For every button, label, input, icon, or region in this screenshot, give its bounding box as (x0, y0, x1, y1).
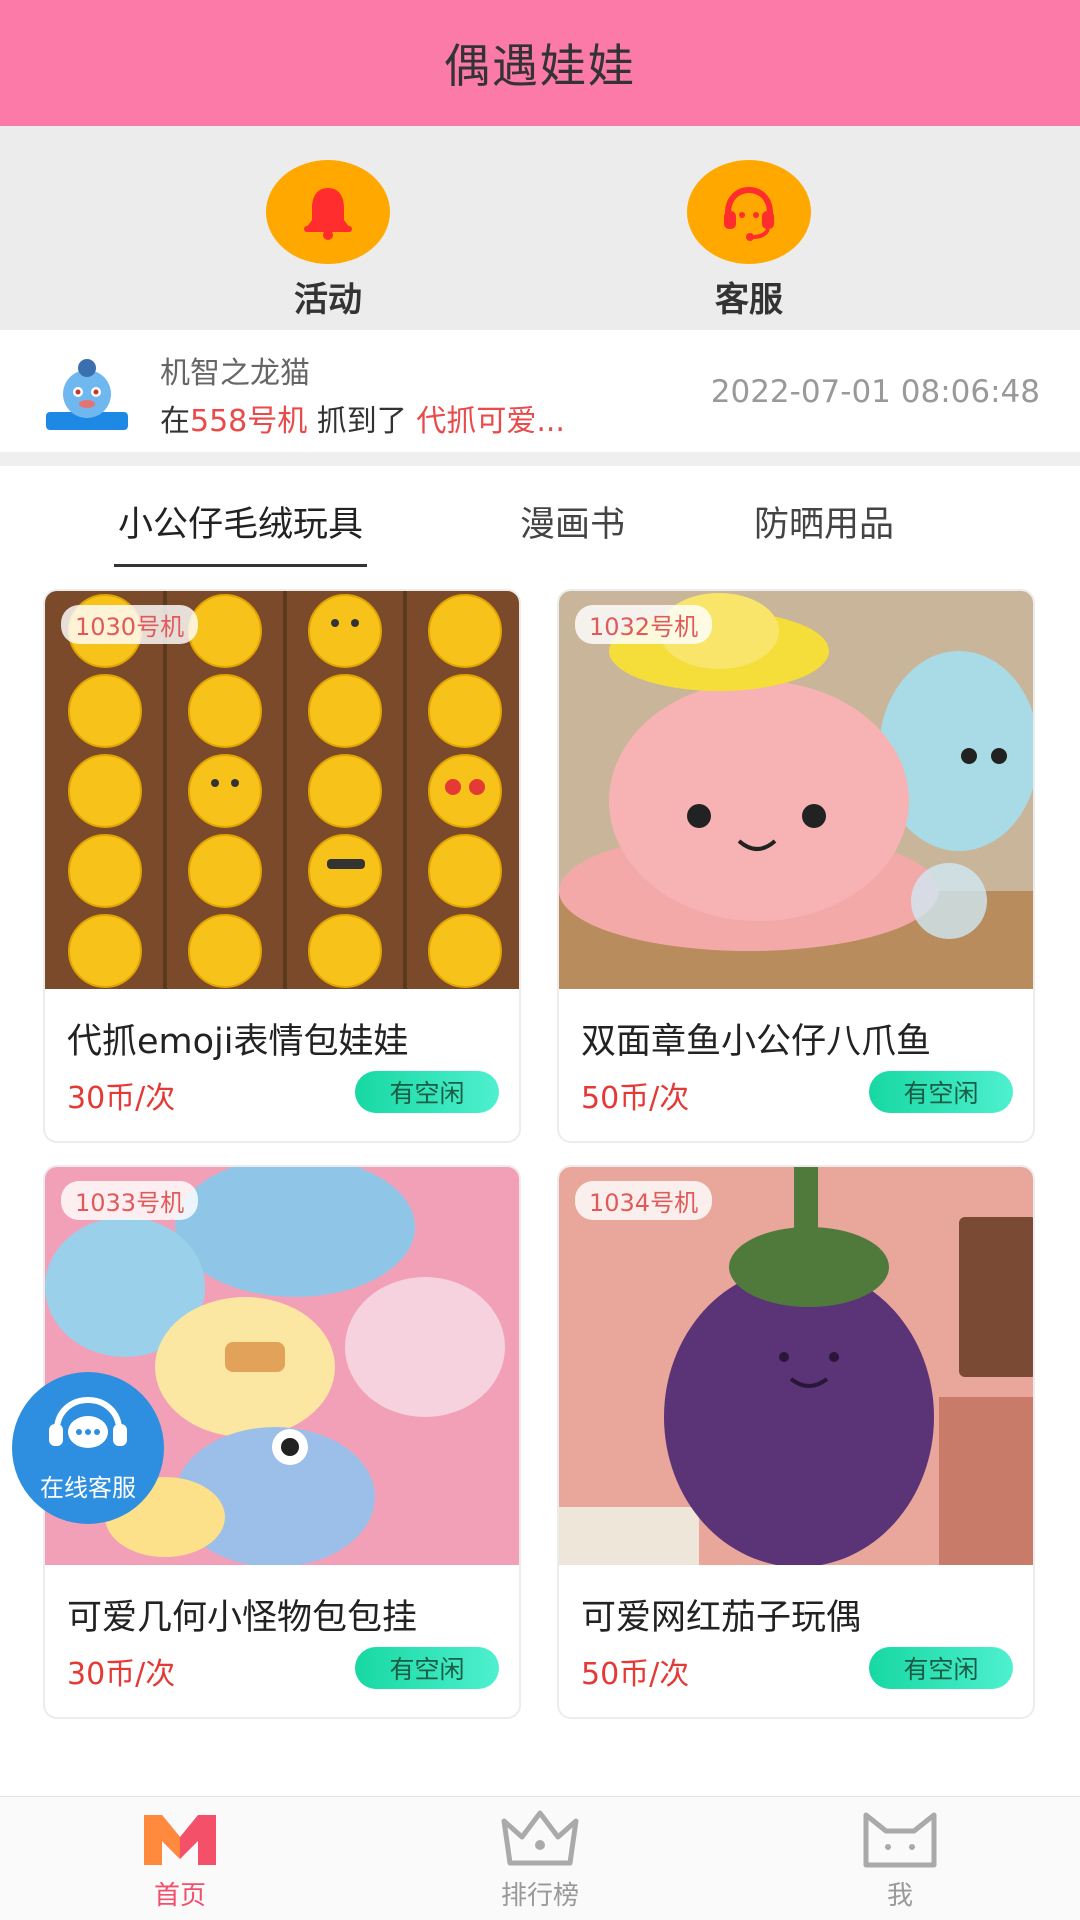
status-badge: 有空闲 (355, 1071, 499, 1113)
bottom-navigation: 首页 排行榜 我 (0, 1796, 1080, 1920)
bell-icon (266, 160, 390, 264)
online-service-label: 在线客服 (40, 1473, 136, 1502)
nav-home[interactable]: 首页 (80, 1807, 280, 1912)
product-name: 代抓emoji表情包娃娃 (67, 1022, 409, 1062)
product-price: 30币/次 (67, 1657, 176, 1692)
tab-sunscreen[interactable]: 防晒用品 (754, 496, 894, 547)
product-name: 可爱网红茄子玩偶 (581, 1598, 862, 1638)
home-m-icon (80, 1807, 280, 1873)
crown-icon (440, 1807, 640, 1873)
machine-tag: 1032号机 (575, 605, 713, 644)
nav-me-label: 我 (886, 1881, 913, 1911)
product-card[interactable]: 1032号机 双面章鱼小公仔八爪鱼 50币/次 有空闲 (557, 589, 1035, 1143)
product-name: 双面章鱼小公仔八爪鱼 (581, 1022, 932, 1062)
product-image-emoji (45, 591, 519, 989)
machine-tag: 1034号机 (575, 1181, 713, 1220)
winner-notice: 机智之龙猫 在558号机 抓到了 代抓可爱... 2022-07-01 08:0… (0, 330, 1080, 452)
machine-tag: 1033号机 (61, 1181, 199, 1220)
avatar (42, 352, 132, 436)
activity-button[interactable]: 活动 (243, 160, 413, 321)
status-badge: 有空闲 (869, 1647, 1013, 1689)
status-badge: 有空闲 (869, 1071, 1013, 1113)
winner-message: 在558号机 抓到了 代抓可爱... (160, 404, 565, 439)
machine-tag: 1030号机 (61, 605, 199, 644)
activity-label: 活动 (294, 280, 362, 320)
tab-plush-toys[interactable]: 小公仔毛绒玩具 (114, 496, 368, 567)
active-tab-underline (114, 564, 368, 567)
nav-ranking-label: 排行榜 (500, 1881, 579, 1911)
winner-time: 2022-07-01 08:06:48 (710, 374, 1040, 410)
nav-me[interactable]: 我 (800, 1807, 1000, 1912)
chat-headset-icon (43, 1394, 133, 1464)
status-badge: 有空闲 (355, 1647, 499, 1689)
online-service-float-button[interactable]: 在线客服 (12, 1372, 164, 1524)
machine-number: 558号机 (190, 404, 308, 439)
product-price: 30币/次 (67, 1081, 176, 1116)
product-card[interactable]: 1030号机 代抓emoji表情包娃娃 30币/次 有空闲 (43, 589, 521, 1143)
page-title: 偶遇娃娃 (444, 39, 636, 93)
winner-nickname: 机智之龙猫 (160, 356, 310, 391)
prize-name: 代抓可爱... (416, 404, 565, 439)
product-name: 可爱几何小怪物包包挂 (67, 1598, 418, 1638)
quick-actions: 活动 客服 (0, 126, 1080, 330)
tab-comics[interactable]: 漫画书 (520, 496, 625, 547)
headset-icon (687, 160, 811, 264)
customer-service-button[interactable]: 客服 (664, 160, 834, 321)
product-card[interactable]: 1034号机 可爱网红茄子玩偶 50币/次 有空闲 (557, 1165, 1035, 1719)
customer-service-label: 客服 (715, 280, 783, 320)
divider (0, 452, 1080, 466)
product-price: 50币/次 (581, 1081, 690, 1116)
nav-ranking[interactable]: 排行榜 (440, 1807, 640, 1912)
product-image-octopus (559, 591, 1033, 989)
product-image-eggplant (559, 1167, 1033, 1565)
top-bar: 偶遇娃娃 (0, 0, 1080, 126)
category-tabs: 小公仔毛绒玩具 漫画书 防晒用品 (0, 466, 1080, 567)
product-price: 50币/次 (581, 1657, 690, 1692)
nav-home-label: 首页 (153, 1881, 206, 1911)
cat-face-icon (800, 1807, 1000, 1873)
